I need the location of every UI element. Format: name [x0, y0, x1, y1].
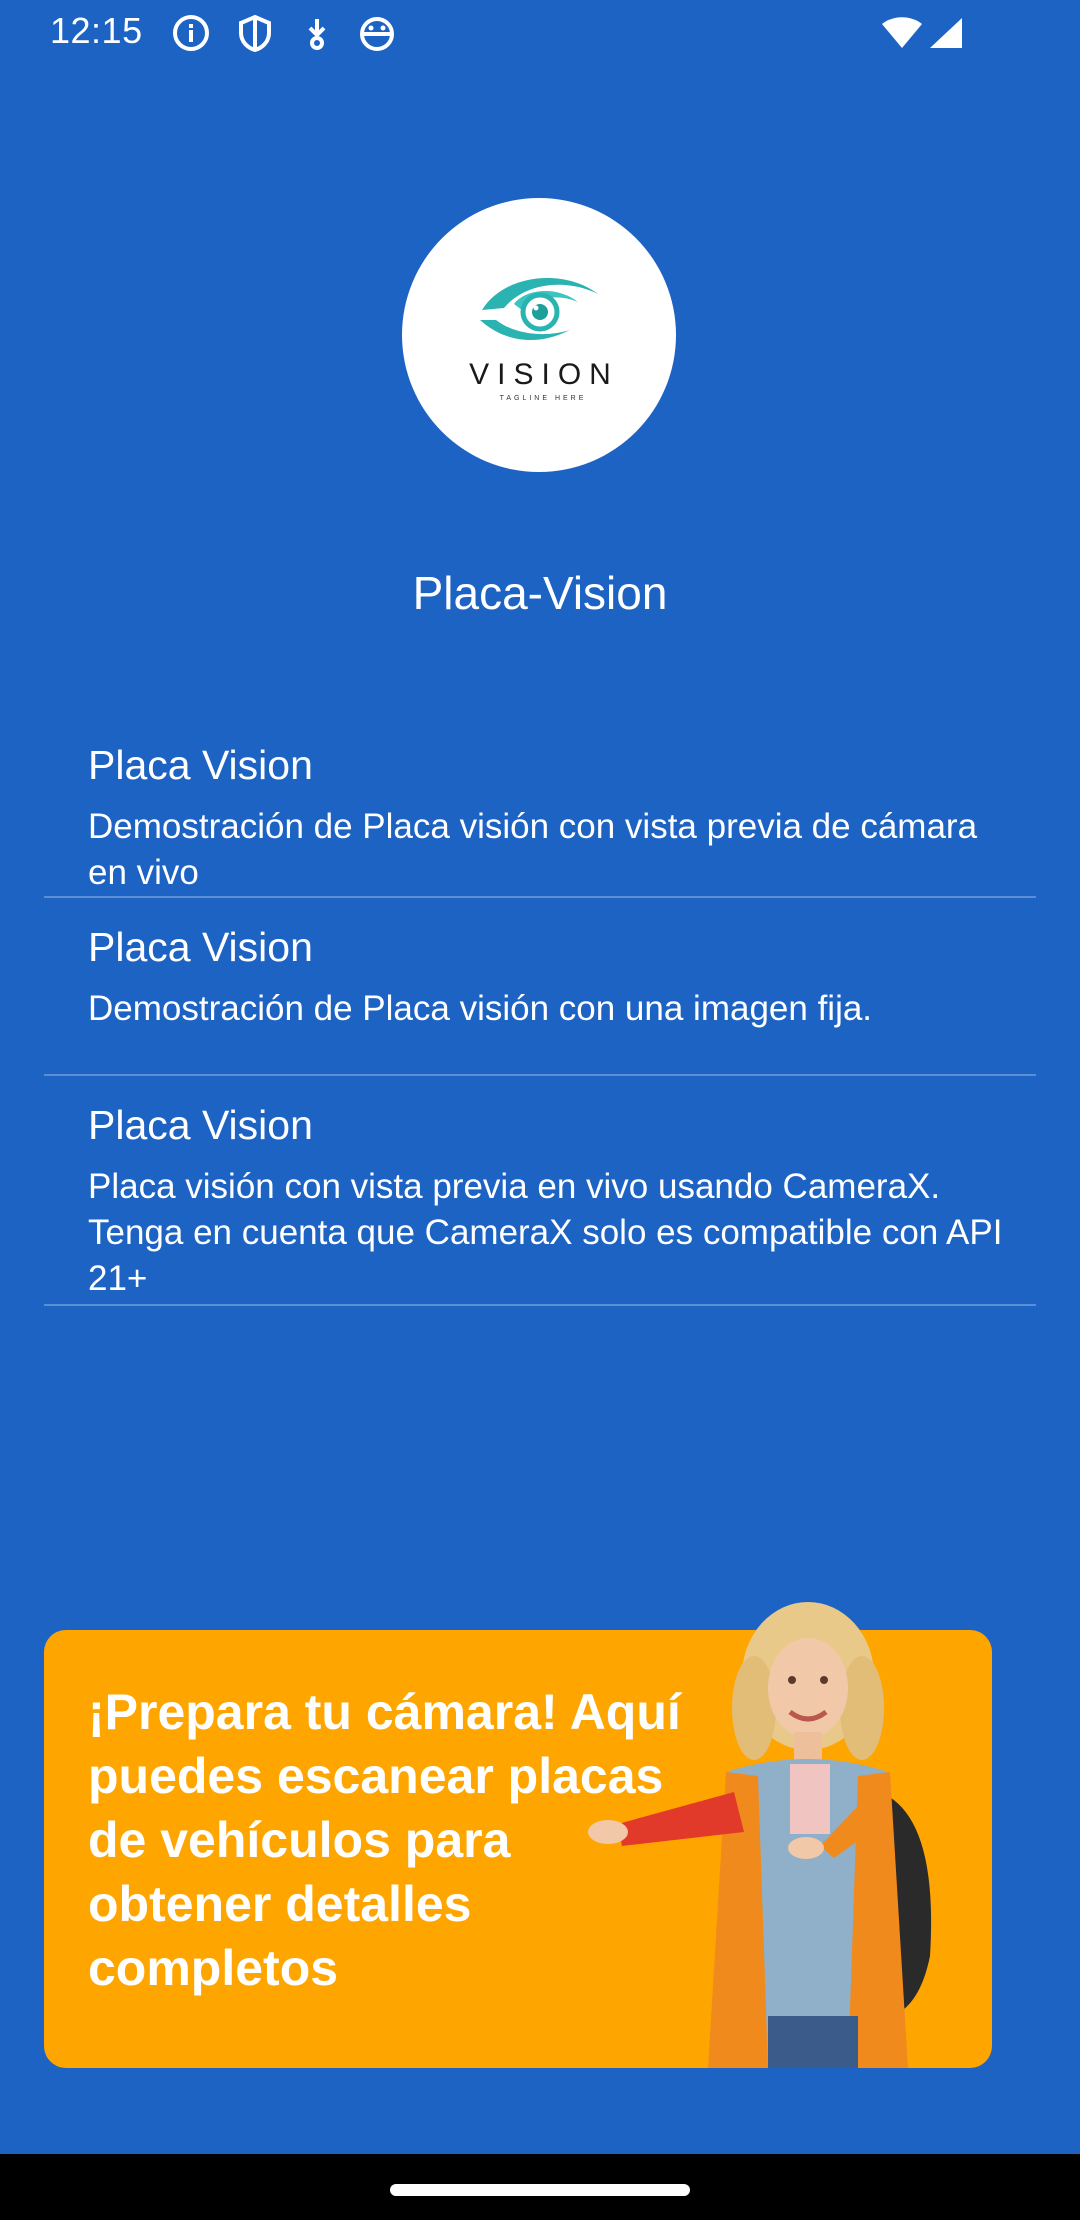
shield-icon: [236, 14, 274, 53]
home-indicator[interactable]: [390, 2184, 690, 2196]
list-item-description: Placa visión con vista previa en vivo us…: [88, 1167, 1003, 1298]
app-logo: VISION TAGLINE HERE: [402, 198, 676, 472]
list-item-description: Demostración de Placa visión con vista p…: [88, 807, 978, 892]
list-item-still-image[interactable]: Placa Vision Demostración de Placa visió…: [44, 898, 1036, 1076]
list-item-live-preview[interactable]: Placa Vision Demostración de Placa visió…: [44, 730, 1036, 898]
logo-tagline: TAGLINE HERE: [499, 395, 587, 402]
list-item-title: Placa Vision: [88, 1102, 313, 1148]
list-item-camerax[interactable]: Placa Vision Placa visión con vista prev…: [44, 1076, 1036, 1306]
signal-icon: [928, 16, 964, 55]
promo-banner: ¡Prepara tu cámara! Aquí puedes escanear…: [44, 1602, 992, 2068]
wifi-icon: [880, 16, 924, 55]
info-icon: [172, 14, 210, 52]
logo-brand-text: VISION: [469, 358, 619, 391]
person-illustration: [588, 1602, 932, 2068]
list-item-title: Placa Vision: [88, 924, 313, 970]
status-bar: 12:15: [0, 0, 1080, 66]
download-icon: [298, 14, 336, 52]
list-item-description: Demostración de Placa visión con una ima…: [88, 989, 873, 1028]
app-title: Placa-Vision: [412, 567, 668, 619]
status-time: 12:15: [50, 10, 143, 51]
app-screen: 12:15 VISION TAGLINE HERE Placa-Vision P…: [0, 0, 1080, 2154]
eye-icon: [480, 278, 598, 341]
android-icon: [358, 14, 396, 52]
list-item-title: Placa Vision: [88, 742, 313, 788]
